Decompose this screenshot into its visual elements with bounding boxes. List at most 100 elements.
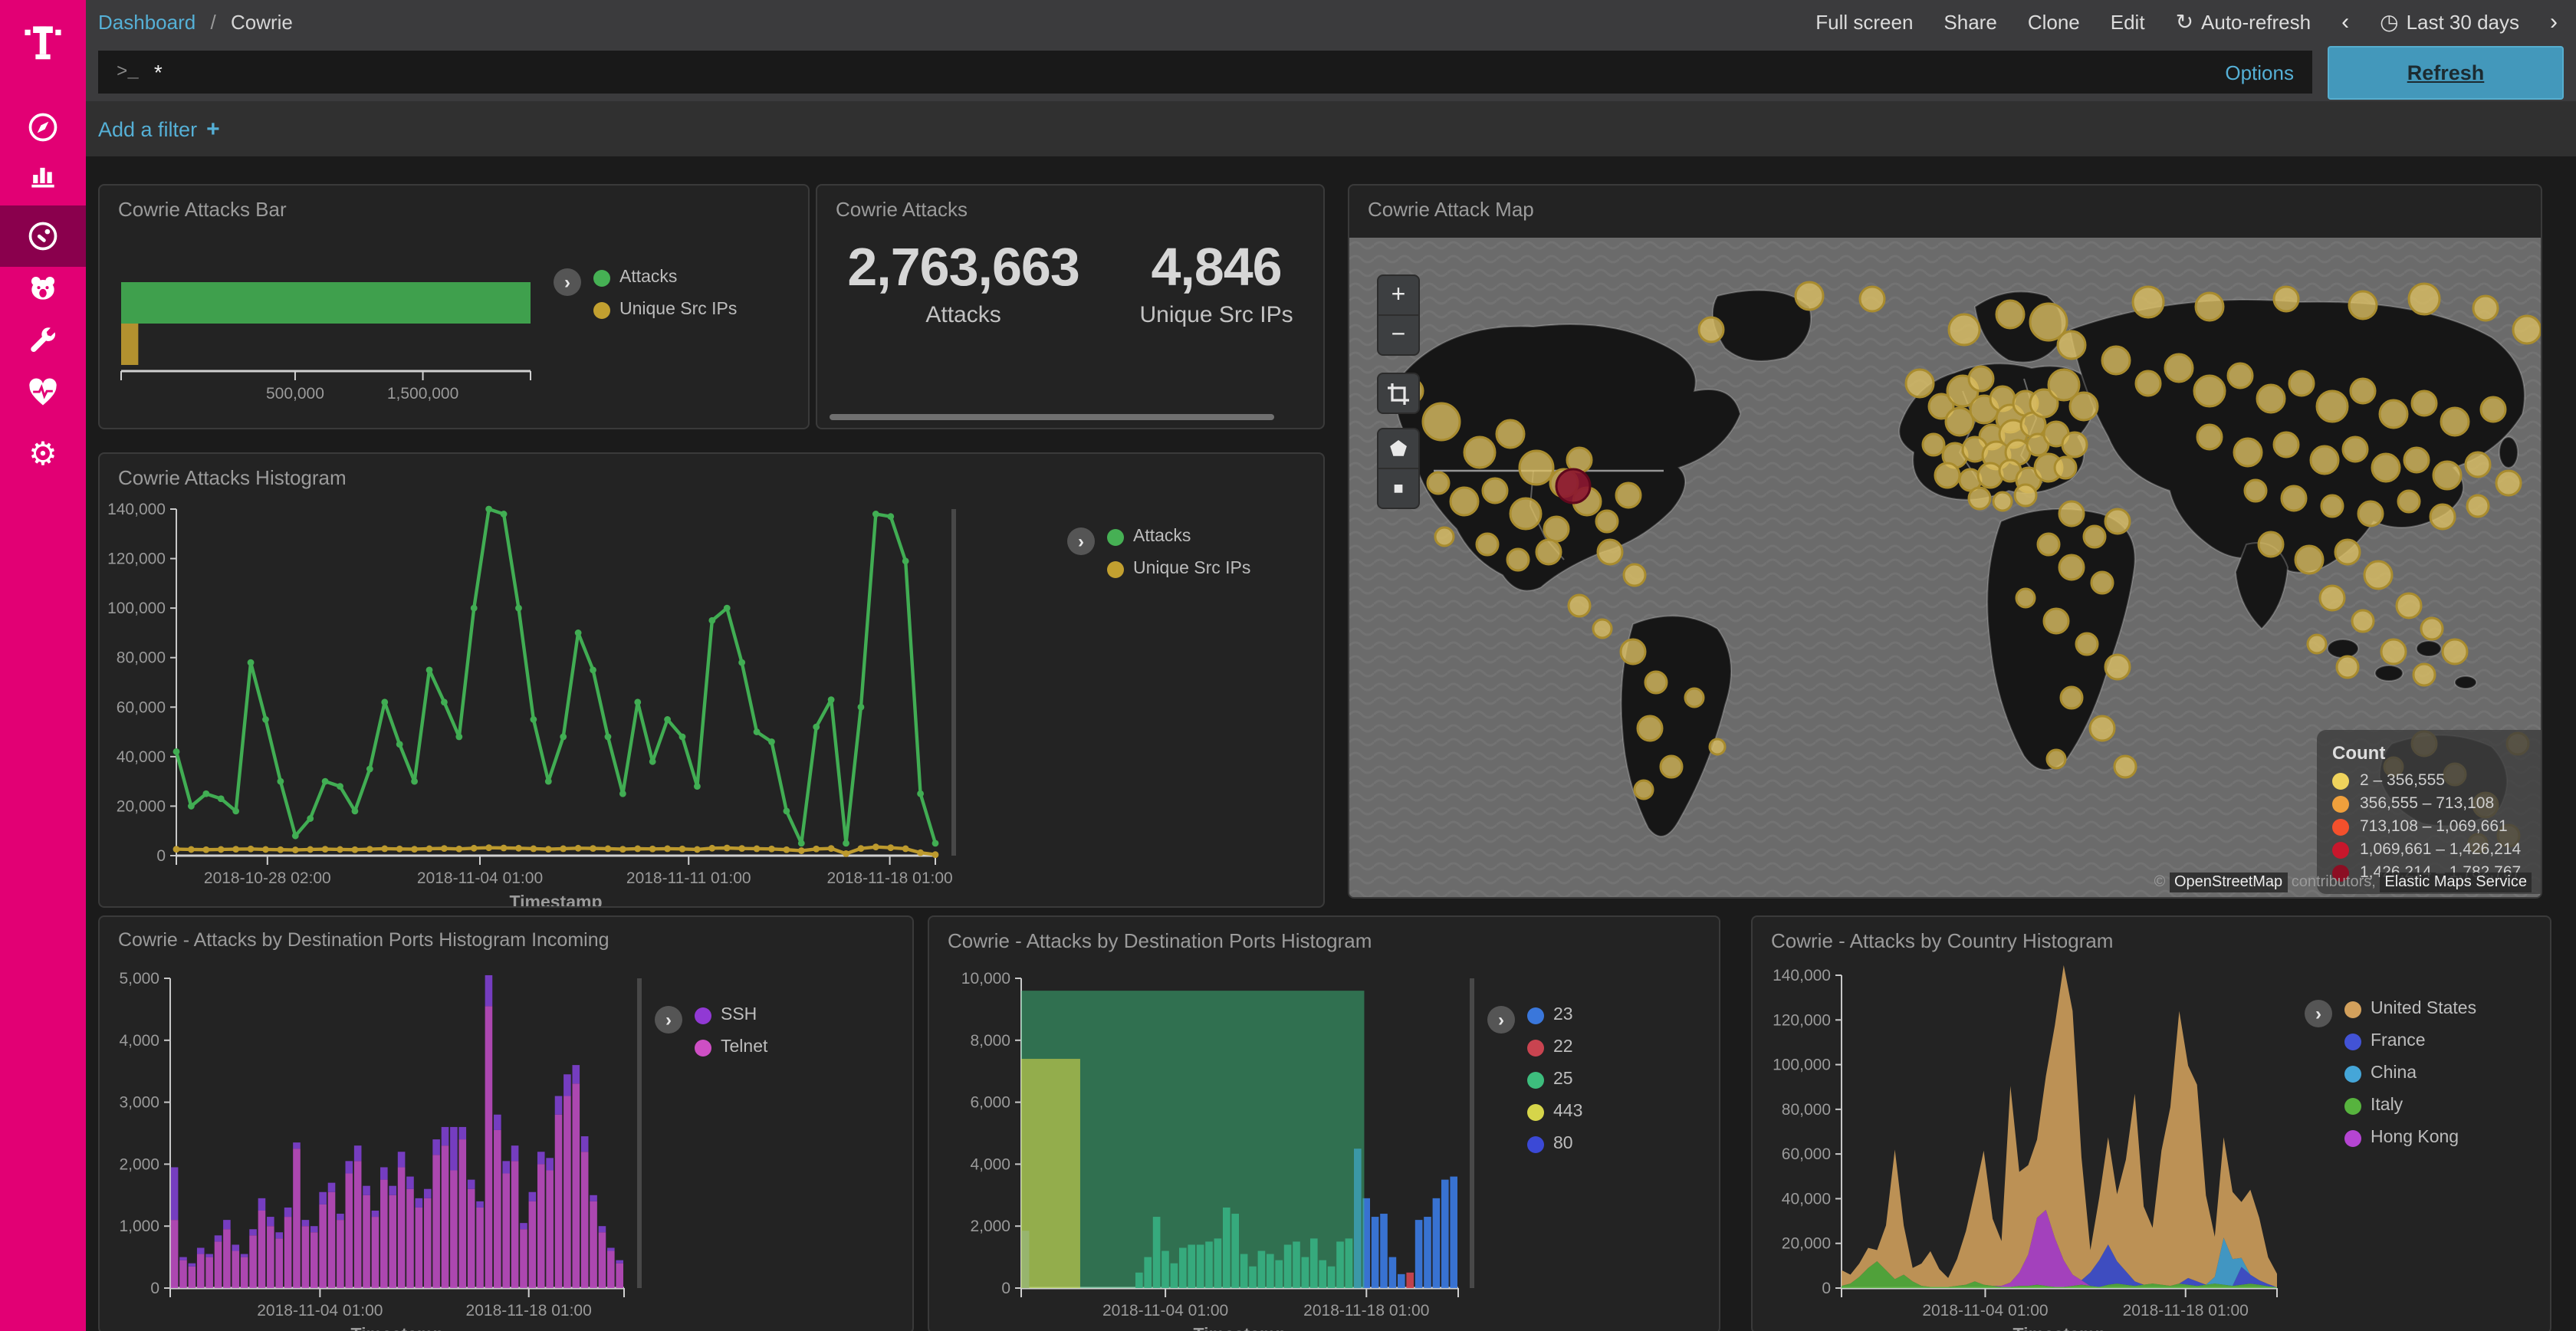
timepicker-button[interactable]: ◷ Last 30 days (2380, 8, 2519, 35)
breadcrumb-dashboard-link[interactable]: Dashboard (98, 10, 196, 33)
legend-label[interactable]: United States (2371, 1000, 2476, 1018)
panel-attacks-bar: Cowrie Attacks Bar 500,0001,500,000 ›Att… (98, 184, 810, 429)
legend-label[interactable]: China (2371, 1064, 2417, 1083)
legend-item[interactable]: Attacks (1107, 527, 1250, 546)
legend-label[interactable]: Attacks (619, 268, 677, 287)
panel-attacks-metric: Cowrie Attacks 2,763,663 Attacks 4,846 U… (816, 184, 1325, 429)
legend-item[interactable]: 80 (1527, 1135, 1582, 1153)
crop-bounds-button[interactable] (1378, 374, 1418, 412)
panel-title: Cowrie - Attacks by Destination Ports Hi… (948, 929, 1372, 952)
legend-item[interactable]: China (2344, 1064, 2476, 1083)
legend-item[interactable]: Attacks (593, 268, 737, 287)
query-options-link[interactable]: Options (2225, 61, 2294, 84)
legend-item[interactable]: Unique Src IPs (593, 301, 737, 319)
breadcrumb: Dashboard / Cowrie (98, 10, 293, 33)
svg-text:10,000: 10,000 (961, 970, 1010, 988)
share-button[interactable]: Share (1944, 10, 1996, 33)
draw-rectangle-button[interactable]: ■ (1378, 469, 1418, 508)
legend-toggle-chevron[interactable]: › (1487, 1006, 1515, 1034)
svg-text:2018-11-18 01:00: 2018-11-18 01:00 (1303, 1302, 1429, 1319)
legend-label[interactable]: SSH (721, 1006, 757, 1024)
legend-label[interactable]: France (2371, 1032, 2426, 1050)
metric-label: Attacks (847, 302, 1079, 328)
metric-unique-src-ips: 4,846 Unique Src IPs (1140, 238, 1293, 328)
legend-label[interactable]: Attacks (1133, 527, 1191, 546)
legend-label[interactable]: 23 (1553, 1006, 1573, 1024)
legend-label[interactable]: 80 (1553, 1135, 1573, 1153)
world-map[interactable]: + − ⬟ ■ Count 2 – 356,555 356,555 – 713,… (1349, 238, 2541, 897)
ports-histogram-chart[interactable]: 02,0004,0006,0008,00010,0002018-11-04 01… (929, 917, 1719, 1331)
svg-text:120,000: 120,000 (1773, 1011, 1831, 1029)
clock-icon: ◷ (2380, 8, 2398, 35)
metric-values: 2,763,663 Attacks 4,846 Unique Src IPs (817, 238, 1323, 328)
svg-text:8,000: 8,000 (970, 1032, 1010, 1050)
legend-label[interactable]: Unique Src IPs (1133, 560, 1250, 578)
refresh-button[interactable]: Refresh (2328, 46, 2564, 100)
time-forward-chevron[interactable]: › (2550, 8, 2558, 35)
query-input[interactable]: >_ * Options (98, 51, 2312, 94)
legend-dot (695, 1039, 711, 1056)
zoom-out-button[interactable]: − (1378, 316, 1418, 354)
edit-button[interactable]: Edit (2111, 10, 2145, 33)
add-filter-button[interactable]: Add a filter + (98, 116, 220, 142)
t-mobile-logo[interactable] (0, 0, 86, 89)
legend-label[interactable]: Telnet (721, 1038, 767, 1057)
plus-icon: + (206, 116, 220, 142)
openstreetmap-link[interactable]: OpenStreetMap (2170, 873, 2287, 892)
sidebar-item-visualize[interactable] (0, 144, 86, 205)
legend-label[interactable]: Hong Kong (2371, 1129, 2459, 1147)
ports-incoming-chart[interactable]: 01,0002,0003,0004,0005,0002018-11-04 01:… (100, 917, 912, 1331)
legend-item[interactable]: 443 (1527, 1103, 1582, 1121)
svg-text:Timestamp: Timestamp (350, 1324, 443, 1331)
svg-text:6,000: 6,000 (970, 1094, 1010, 1112)
legend-item[interactable]: Unique Src IPs (1107, 560, 1250, 578)
sidebar: ⚙ (0, 0, 86, 1331)
full-screen-button[interactable]: Full screen (1815, 10, 1913, 33)
crop-icon (1388, 383, 1409, 404)
legend-toggle-chevron[interactable]: › (655, 1006, 682, 1034)
svg-text:0: 0 (1822, 1280, 1831, 1297)
legend-item[interactable]: SSH (695, 1006, 767, 1024)
svg-text:4,000: 4,000 (970, 1155, 1010, 1173)
sidebar-item-management[interactable]: ⚙ (0, 423, 86, 485)
legend-toggle-chevron[interactable]: › (1067, 527, 1095, 555)
query-value[interactable]: * (154, 60, 2226, 84)
t-mobile-logo-icon (20, 21, 66, 67)
svg-text:2018-10-28 02:00: 2018-10-28 02:00 (204, 869, 331, 887)
legend-item[interactable]: Telnet (695, 1038, 767, 1057)
legend-dot (1107, 560, 1124, 577)
metric-label: Unique Src IPs (1140, 302, 1293, 328)
legend-dot (2332, 818, 2349, 835)
clone-button[interactable]: Clone (2028, 10, 2080, 33)
legend-item[interactable]: France (2344, 1032, 2476, 1050)
svg-text:2018-11-04 01:00: 2018-11-04 01:00 (417, 869, 543, 887)
svg-text:0: 0 (150, 1280, 159, 1297)
legend-label[interactable]: 443 (1553, 1103, 1582, 1121)
auto-refresh-button[interactable]: ↻ Auto-refresh (2176, 8, 2312, 35)
legend-item[interactable]: 23 (1527, 1006, 1582, 1024)
top-navigation: Dashboard / Cowrie Full screen Share Clo… (86, 0, 2576, 43)
legend-label[interactable]: 25 (1553, 1070, 1573, 1089)
elastic-maps-service-link[interactable]: Elastic Maps Service (2380, 873, 2532, 892)
attacks-histogram-chart[interactable]: 020,00040,00060,00080,000100,000120,0001… (100, 454, 1323, 906)
legend-item[interactable]: Hong Kong (2344, 1129, 2476, 1147)
legend-dot (1527, 1007, 1544, 1024)
zoom-in-button[interactable]: + (1378, 276, 1418, 316)
legend-toggle-chevron[interactable]: › (2305, 1000, 2332, 1027)
sidebar-item-monitoring[interactable] (0, 362, 86, 423)
draw-polygon-button[interactable]: ⬟ (1378, 429, 1418, 469)
time-back-chevron[interactable]: ‹ (2341, 8, 2349, 35)
legend-label[interactable]: 22 (1553, 1038, 1573, 1057)
svg-text:140,000: 140,000 (107, 501, 166, 518)
legend-item[interactable]: United States (2344, 1000, 2476, 1018)
map-fit-control (1377, 373, 1420, 414)
legend-item[interactable]: 22 (1527, 1038, 1582, 1057)
legend-toggle-chevron[interactable]: › (554, 268, 581, 296)
legend-label[interactable]: Unique Src IPs (619, 301, 737, 319)
legend-item[interactable]: Italy (2344, 1096, 2476, 1115)
legend-label[interactable]: Italy (2371, 1096, 2403, 1115)
legend-item[interactable]: 25 (1527, 1070, 1582, 1089)
svg-text:1,500,000: 1,500,000 (387, 385, 458, 403)
map-legend: Count 2 – 356,555 356,555 – 713,108 713,… (2317, 730, 2542, 894)
horizontal-scrollbar[interactable] (830, 414, 1274, 420)
